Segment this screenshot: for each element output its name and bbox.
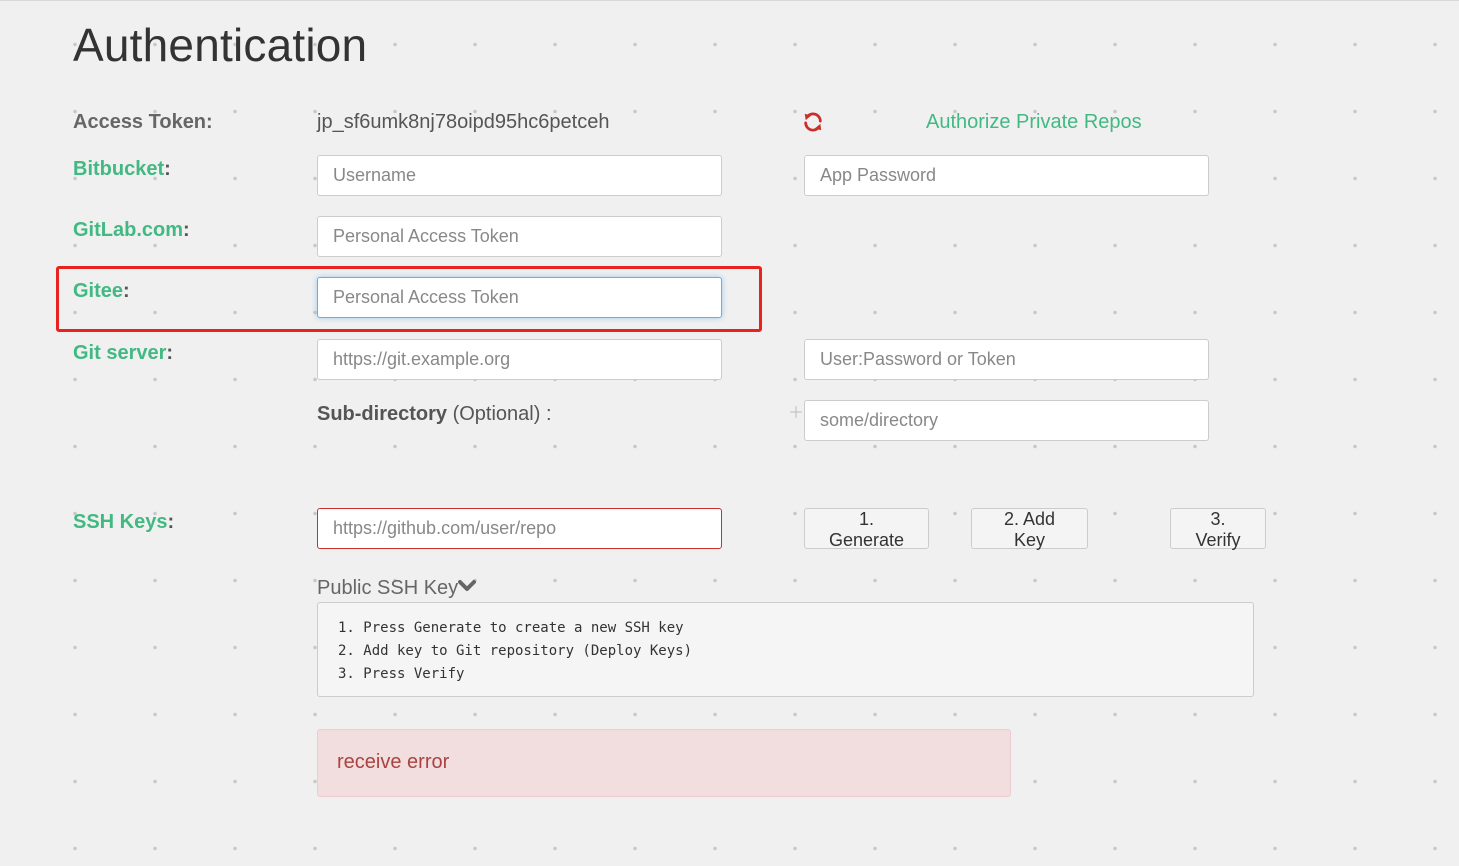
- crosshair-icon: [790, 406, 802, 418]
- chevron-down-icon: [458, 580, 477, 591]
- gitlab-label: GitLab.com:: [73, 219, 190, 241]
- access-token-label: Access Token:: [73, 111, 213, 133]
- subdirectory-label-bold: Sub-directory: [317, 403, 448, 425]
- public-ssh-key-toggle[interactable]: Public SSH Key: [317, 577, 477, 600]
- public-ssh-key-label: Public SSH Key: [317, 577, 459, 599]
- instruction-item: 1. Press Generate to create a new SSH ke…: [338, 620, 684, 636]
- bitbucket-label-text: Bitbucket: [73, 158, 165, 180]
- gitee-label-text: Gitee: [73, 280, 124, 302]
- ssh-keys-label: SSH Keys:: [73, 511, 175, 533]
- verify-button[interactable]: 3. Verify: [1170, 508, 1266, 550]
- access-token-value: jp_sf6umk8nj78oipd95hc6petceh: [317, 111, 610, 133]
- git-server-label: Git server:: [73, 342, 174, 364]
- subdirectory-input[interactable]: [804, 400, 1209, 441]
- refresh-icon[interactable]: [802, 111, 824, 133]
- subdirectory-label-optional: (Optional) :: [447, 403, 552, 425]
- public-ssh-key-box: 1. Press Generate to create a new SSH ke…: [317, 602, 1254, 697]
- git-server-url-input[interactable]: [317, 339, 722, 380]
- bitbucket-label: Bitbucket:: [73, 158, 171, 180]
- git-server-credentials-input[interactable]: [804, 339, 1209, 380]
- error-alert: receive error: [317, 729, 1011, 797]
- git-server-label-text: Git server: [73, 342, 167, 364]
- gitlab-token-input[interactable]: [317, 216, 722, 257]
- bitbucket-username-input[interactable]: [317, 155, 722, 196]
- bitbucket-app-password-input[interactable]: [804, 155, 1209, 196]
- page-title: Authentication: [73, 19, 368, 71]
- instruction-item: 2. Add key to Git repository (Deploy Key…: [338, 643, 693, 659]
- ssh-repo-url-input[interactable]: [317, 508, 722, 549]
- authentication-page: Authentication Access Token: jp_sf6umk8n…: [0, 0, 1459, 866]
- subdirectory-label: Sub-directory (Optional) :: [317, 403, 552, 426]
- instruction-item: 3. Press Verify: [338, 666, 465, 682]
- ssh-keys-label-text: SSH Keys: [73, 511, 168, 533]
- generate-button[interactable]: 1. Generate: [804, 508, 929, 550]
- gitee-label: Gitee:: [73, 280, 130, 302]
- gitee-token-input[interactable]: [317, 277, 722, 318]
- gitlab-label-text: GitLab.com: [73, 219, 184, 241]
- authorize-private-repos-link[interactable]: Authorize Private Repos: [926, 111, 1142, 134]
- add-key-button[interactable]: 2. Add Key: [971, 508, 1088, 550]
